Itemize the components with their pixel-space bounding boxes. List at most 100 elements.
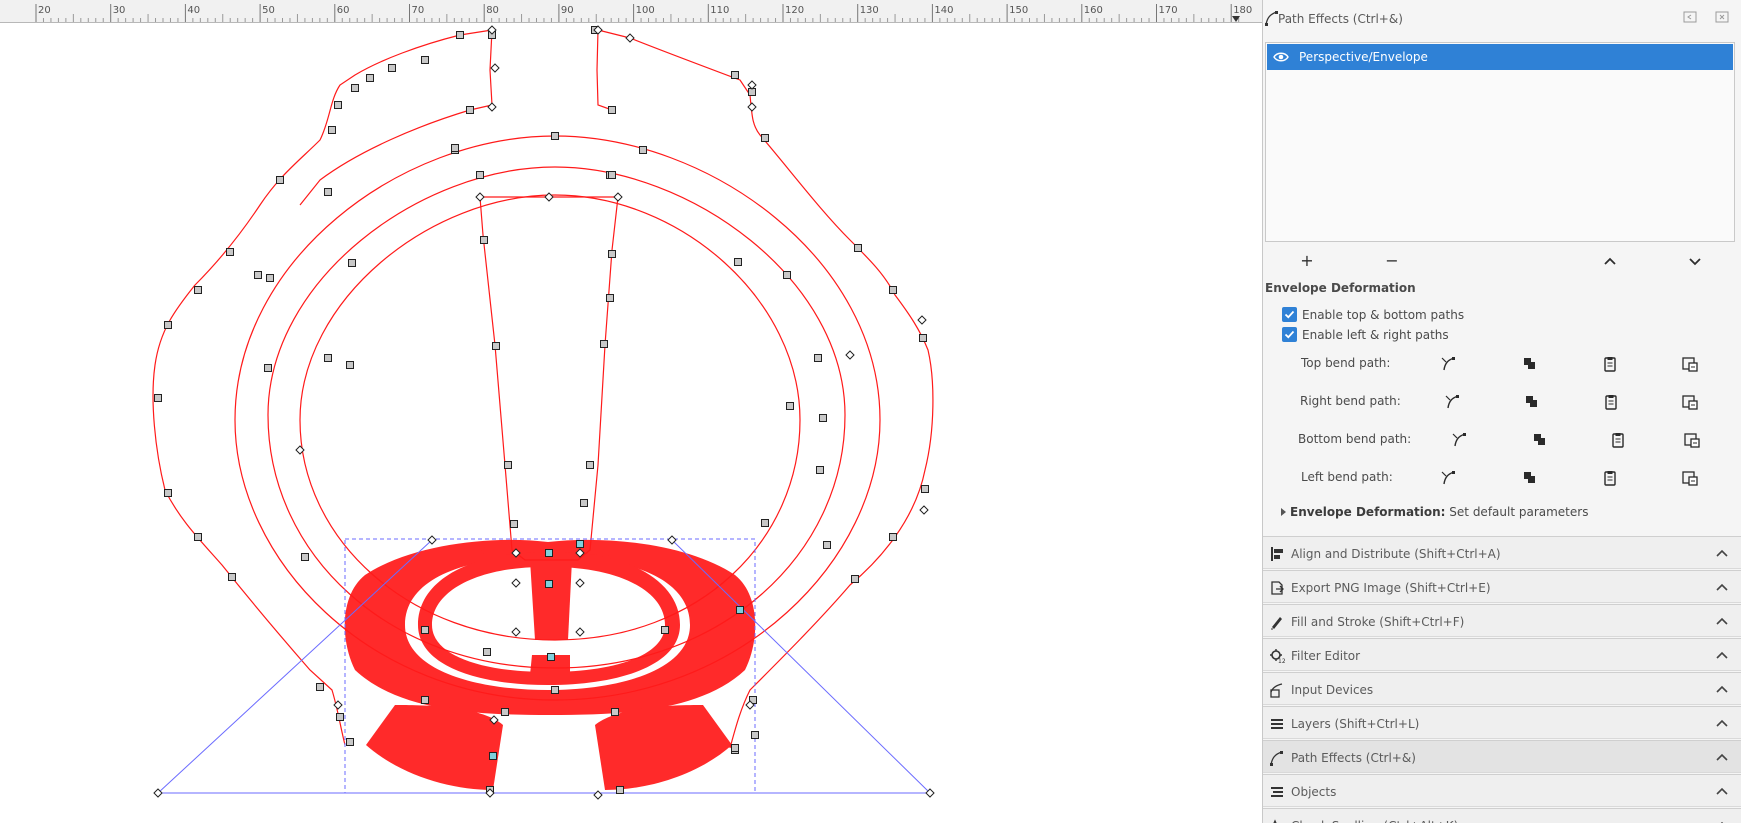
dialog-bar-fill-stroke[interactable]: Fill and Stroke (Shift+Ctrl+F) bbox=[1263, 604, 1741, 637]
node-handle[interactable] bbox=[348, 259, 356, 267]
copy-icon[interactable] bbox=[1520, 354, 1540, 374]
link-clipboard-icon[interactable] bbox=[1680, 392, 1700, 412]
node-handle[interactable] bbox=[921, 485, 929, 493]
selected-node-handle[interactable] bbox=[545, 580, 553, 588]
effect-item-perspective-envelope[interactable]: Perspective/Envelope bbox=[1267, 44, 1733, 70]
paste-icon[interactable] bbox=[1608, 430, 1628, 450]
node-handle[interactable] bbox=[276, 176, 284, 184]
node-handle[interactable] bbox=[324, 188, 332, 196]
node-handle[interactable] bbox=[611, 708, 619, 716]
move-down-icon[interactable] bbox=[1684, 250, 1706, 272]
node-cusp[interactable] bbox=[625, 33, 635, 43]
node-handle[interactable] bbox=[226, 248, 234, 256]
node-cusp[interactable] bbox=[613, 192, 623, 202]
node-cusp[interactable] bbox=[511, 627, 521, 637]
node-handle[interactable] bbox=[600, 340, 608, 348]
node-handle[interactable] bbox=[734, 258, 742, 266]
chevron-up-icon[interactable] bbox=[1716, 684, 1728, 694]
selected-node-handle[interactable] bbox=[576, 540, 584, 548]
node-handle[interactable] bbox=[608, 250, 616, 258]
node-cusp[interactable] bbox=[845, 350, 855, 360]
node-handle[interactable] bbox=[451, 144, 459, 152]
bend-edit-icon[interactable] bbox=[1440, 468, 1460, 488]
chevron-up-icon[interactable] bbox=[1716, 548, 1728, 558]
dialog-bar-layers[interactable]: Layers (Shift+Ctrl+L) bbox=[1263, 706, 1741, 739]
node-handle[interactable] bbox=[823, 541, 831, 549]
node-cusp[interactable] bbox=[490, 63, 500, 73]
node-handle[interactable] bbox=[154, 394, 162, 402]
dialog-bar-align[interactable]: Align and Distribute (Shift+Ctrl+A) bbox=[1263, 536, 1741, 569]
node-handle[interactable] bbox=[608, 106, 616, 114]
bend-edit-icon[interactable] bbox=[1451, 430, 1471, 450]
node-handle[interactable] bbox=[492, 342, 500, 350]
paste-icon[interactable] bbox=[1600, 468, 1620, 488]
selected-node-handle[interactable] bbox=[547, 653, 555, 661]
node-handle[interactable] bbox=[854, 244, 862, 252]
add-effect-button[interactable]: + bbox=[1296, 250, 1318, 272]
link-clipboard-icon[interactable] bbox=[1682, 430, 1702, 450]
node-handle[interactable] bbox=[639, 146, 647, 154]
paste-icon[interactable] bbox=[1601, 392, 1621, 412]
node-handle[interactable] bbox=[164, 321, 172, 329]
node-handle[interactable] bbox=[551, 686, 559, 694]
dialog-bar-filter[interactable]: 123 Filter Editor bbox=[1263, 638, 1741, 671]
node-handle[interactable] bbox=[661, 626, 669, 634]
dialog-bar-path-effects[interactable]: Path Effects (Ctrl+&) bbox=[1263, 740, 1741, 773]
copy-icon[interactable] bbox=[1520, 468, 1540, 488]
bend-edit-icon[interactable] bbox=[1440, 354, 1460, 374]
node-handle[interactable] bbox=[421, 56, 429, 64]
node-cusp[interactable] bbox=[575, 578, 585, 588]
node-handle[interactable] bbox=[421, 626, 429, 634]
copy-icon[interactable] bbox=[1522, 392, 1542, 412]
node-handle[interactable] bbox=[919, 334, 927, 342]
node-handle[interactable] bbox=[164, 489, 172, 497]
node-handle[interactable] bbox=[254, 271, 262, 279]
node-handle[interactable] bbox=[351, 84, 359, 92]
node-handle[interactable] bbox=[606, 294, 614, 302]
undock-icon[interactable] bbox=[1682, 9, 1698, 25]
node-handle[interactable] bbox=[476, 171, 484, 179]
node-handle[interactable] bbox=[301, 553, 309, 561]
node-handle[interactable] bbox=[388, 64, 396, 72]
chevron-up-icon[interactable] bbox=[1716, 582, 1728, 592]
node-handle[interactable] bbox=[889, 533, 897, 541]
node-handle[interactable] bbox=[194, 533, 202, 541]
dialog-bar-input-devices[interactable]: Input Devices bbox=[1263, 672, 1741, 705]
node-handle[interactable] bbox=[889, 286, 897, 294]
node-handle[interactable] bbox=[731, 71, 739, 79]
default-parameters-expander[interactable]: Envelope Deformation: Set default parame… bbox=[1281, 505, 1588, 519]
node-handle[interactable] bbox=[814, 354, 822, 362]
bend-edit-icon[interactable] bbox=[1444, 392, 1464, 412]
node-handle[interactable] bbox=[346, 361, 354, 369]
node-handle[interactable] bbox=[580, 499, 588, 507]
canvas[interactable]: 20 30 40 50 60 70 80 90 100 110 120 130 140 150 160 170… bbox=[0, 0, 1262, 823]
effects-list[interactable]: Perspective/Envelope bbox=[1265, 42, 1735, 242]
close-icon[interactable] bbox=[1714, 9, 1730, 25]
chevron-up-icon[interactable] bbox=[1716, 752, 1728, 762]
node-handle[interactable] bbox=[316, 683, 324, 691]
chevron-up-icon[interactable] bbox=[1716, 718, 1728, 728]
move-up-icon[interactable] bbox=[1599, 250, 1621, 272]
node-handle[interactable] bbox=[504, 461, 512, 469]
node-cusp[interactable] bbox=[593, 790, 603, 800]
dialog-bar-spelling[interactable]: Check Spelling (Ctrl+Alt+K) bbox=[1263, 808, 1741, 823]
node-handle[interactable] bbox=[761, 134, 769, 142]
node-handle[interactable] bbox=[751, 731, 759, 739]
visibility-eye-icon[interactable] bbox=[1273, 50, 1289, 64]
checkbox-checked-icon[interactable] bbox=[1282, 307, 1297, 322]
node-handle[interactable] bbox=[816, 466, 824, 474]
copy-icon[interactable] bbox=[1530, 430, 1550, 450]
checkbox-checked-icon[interactable] bbox=[1282, 327, 1297, 342]
link-clipboard-icon[interactable] bbox=[1680, 468, 1700, 488]
node-handle[interactable] bbox=[731, 744, 739, 752]
node-handle[interactable] bbox=[616, 786, 624, 794]
drawing-canvas[interactable] bbox=[0, 0, 1262, 823]
node-handle[interactable] bbox=[324, 354, 332, 362]
node-handle[interactable] bbox=[466, 106, 474, 114]
node-handle[interactable] bbox=[194, 286, 202, 294]
node-handle[interactable] bbox=[510, 520, 518, 528]
node-handle[interactable] bbox=[266, 274, 274, 282]
node-handle[interactable] bbox=[366, 74, 374, 82]
node-handle[interactable] bbox=[819, 414, 827, 422]
remove-effect-button[interactable]: − bbox=[1381, 250, 1403, 272]
